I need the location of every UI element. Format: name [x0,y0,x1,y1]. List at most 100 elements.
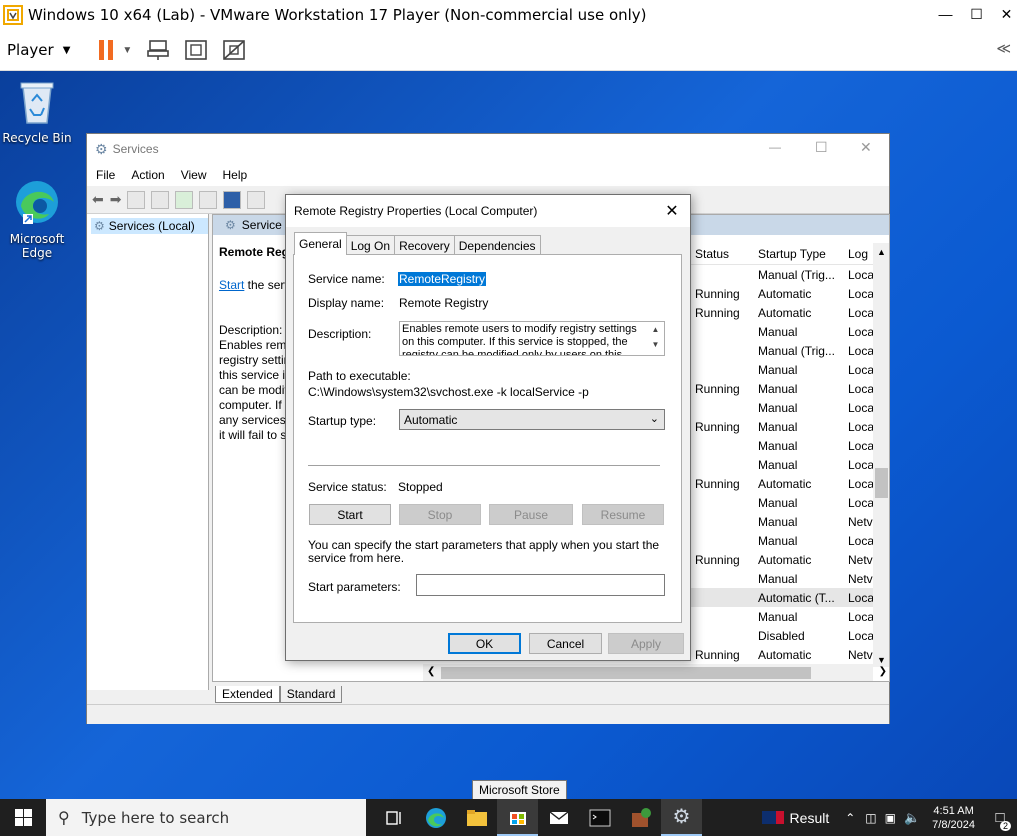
menu-help[interactable]: Help [223,168,248,182]
table-row[interactable]: Running Manual Loca [691,417,889,436]
meet-now-icon[interactable]: ◫ [861,811,880,825]
tab-extended[interactable]: Extended [215,686,280,703]
file-explorer-icon[interactable] [456,799,497,836]
tab-log-on[interactable]: Log On [345,235,396,255]
table-row[interactable]: Disabled Loca [691,626,889,645]
horizontal-scroll-thumb[interactable] [441,667,811,679]
microsoft-store-icon[interactable] [497,799,538,836]
taskbar-search-box[interactable]: ⚲ Type here to search [46,799,366,836]
cancel-button[interactable]: Cancel [529,633,602,654]
tab-general[interactable]: General [294,232,347,255]
player-menu[interactable]: Player ▼ [7,41,70,59]
dialog-close-button[interactable]: ✕ [660,199,684,223]
table-row[interactable]: Manual Netv [691,512,889,531]
scroll-down-icon[interactable]: ▼ [873,655,889,665]
display-name-value[interactable]: Remote Registry [399,296,488,310]
forward-icon[interactable]: ➡ [110,191,122,208]
scroll-right-icon[interactable]: ❯ [879,666,887,677]
fit-guest-icon[interactable] [184,38,208,62]
table-row[interactable]: Manual Loca [691,436,889,455]
table-row[interactable]: Running Automatic Loca [691,474,889,493]
table-row[interactable]: Manual Loca [691,531,889,550]
refresh-icon[interactable] [175,190,194,209]
microsoft-edge-shortcut[interactable]: Microsoft Edge [1,178,73,260]
apply-button[interactable]: Apply [608,633,684,654]
app-icon[interactable] [620,799,661,836]
table-row[interactable]: Manual Loca [691,607,889,626]
horizontal-scrollbar[interactable]: ❮ ❯ [423,664,887,681]
tree-item-services-local[interactable]: ⚙ Services (Local) [91,218,208,234]
start-parameters-input[interactable] [416,574,665,596]
volume-icon[interactable]: 🔈 [900,810,924,826]
collapse-toolbar-icon[interactable]: ≪ [996,40,1011,57]
pause-icon[interactable] [94,38,118,62]
vertical-scroll-thumb[interactable] [875,468,888,498]
table-row[interactable]: Running Automatic Netv [691,645,889,664]
close-button[interactable]: ✕ [989,0,1017,28]
table-row[interactable]: Manual Loca [691,360,889,379]
resume-button[interactable]: Resume [582,504,664,525]
unity-icon[interactable] [222,38,246,62]
menu-file[interactable]: File [96,168,115,182]
mail-icon[interactable] [538,799,579,836]
export-list-icon[interactable] [199,190,218,209]
description-box[interactable]: Enables remote users to modify registry … [399,321,665,356]
notifications-icon[interactable]: □ 2 [983,799,1017,836]
table-row[interactable]: Manual Loca [691,398,889,417]
tab-recovery[interactable]: Recovery [394,235,455,255]
chevron-up-icon[interactable]: ⌃ [839,811,861,825]
table-row[interactable]: Manual Loca [691,322,889,341]
start-button[interactable] [0,799,46,836]
description-scroll-up-icon[interactable]: ▲ [647,322,664,337]
stop-button[interactable]: Stop [399,504,481,525]
table-row[interactable]: Running Automatic Netv [691,550,889,569]
ok-button[interactable]: OK [448,633,521,654]
tab-standard[interactable]: Standard [279,686,343,703]
services-view-tabs: Extended Standard [215,686,343,703]
column-startup-type[interactable]: Startup Type [754,247,844,261]
minimize-button[interactable]: — [928,0,963,28]
table-row[interactable]: Running Manual Loca [691,379,889,398]
pause-dropdown-icon[interactable]: ▼ [122,45,132,56]
services-maximize-button[interactable]: ☐ [815,139,828,156]
startup-type-select[interactable]: Automatic ⌄ [399,409,665,430]
table-row[interactable]: Running Automatic Loca [691,284,889,303]
start-button[interactable]: Start [309,504,391,525]
task-view-icon[interactable] [374,799,415,836]
taskbar-services-icon[interactable]: ⚙ [661,799,702,836]
back-icon[interactable]: ⬅ [92,191,104,208]
taskbar-edge-icon[interactable] [415,799,456,836]
description-scrollbar[interactable]: ▲ ▼ [647,322,664,355]
scroll-left-icon[interactable]: ❮ [427,666,435,677]
menu-action[interactable]: Action [131,168,164,182]
table-row[interactable]: Manual Loca [691,455,889,474]
menu-view[interactable]: View [181,168,207,182]
start-service-link[interactable]: Start [219,278,244,292]
tab-dependencies[interactable]: Dependencies [453,235,541,255]
table-row[interactable]: Automatic (T... Loca [691,588,889,607]
services-close-button[interactable]: ✕ [860,139,872,156]
properties-icon[interactable] [151,190,170,209]
help-icon[interactable] [223,190,242,209]
pause-button[interactable]: Pause [489,504,573,525]
services-minimize-button[interactable]: — [769,140,781,154]
network-icon[interactable]: ▣ [881,811,900,825]
description-scroll-down-icon[interactable]: ▼ [647,337,664,352]
table-row[interactable]: Manual (Trig... Loca [691,265,889,284]
column-status[interactable]: Status [691,247,754,261]
column-log-on[interactable]: Log [844,247,874,261]
scroll-up-icon[interactable]: ▲ [873,247,889,257]
send-ctrl-alt-del-icon[interactable] [146,38,170,62]
result-widget[interactable]: Result [752,810,840,826]
table-row[interactable]: Running Automatic Loca [691,303,889,322]
terminal-icon[interactable] [579,799,620,836]
recycle-bin-shortcut[interactable]: Recycle Bin [1,79,73,145]
table-row[interactable]: Manual Loca [691,493,889,512]
show-hide-tree-icon[interactable] [127,190,146,209]
clock[interactable]: 4:51 AM 7/8/2024 [924,804,983,832]
table-row[interactable]: Manual (Trig... Loca [691,341,889,360]
service-name-value[interactable]: RemoteRegistry [398,272,487,286]
table-row[interactable]: Manual Netv [691,569,889,588]
console-icon[interactable] [247,190,266,209]
vertical-scrollbar[interactable]: ▲ ▼ [873,243,889,667]
